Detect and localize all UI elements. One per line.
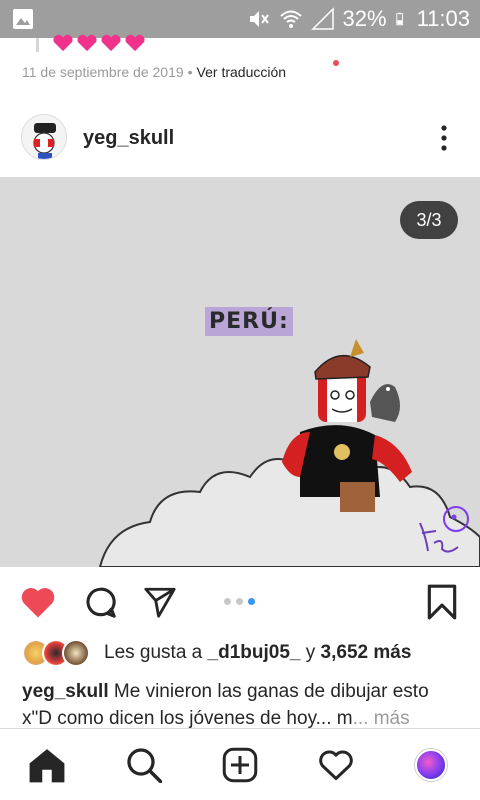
heart-filled-icon [21, 588, 55, 618]
mute-icon [249, 11, 269, 27]
carousel-dot [224, 598, 231, 605]
image-label: PERÚ: [205, 307, 293, 336]
likes-prefix: Les gusta a [104, 642, 203, 663]
home-icon [29, 749, 65, 783]
wifi-icon [279, 10, 302, 28]
likes-count[interactable]: 3,652 más [321, 642, 412, 663]
likes-conjunction: y [305, 642, 316, 663]
status-bar: 32% 11:03 [0, 0, 480, 38]
pink-heart-emoji-icon [77, 34, 97, 52]
quote-bar [36, 38, 39, 52]
avatar [415, 749, 447, 781]
bottom-nav [0, 728, 480, 800]
post-caption: yeg_skull Me vinieron las ganas de dibuj… [22, 678, 462, 732]
like-button[interactable] [18, 582, 58, 622]
carousel-dot [236, 598, 243, 605]
caption-username[interactable]: yeg_skull [22, 681, 109, 702]
comment-icon [86, 587, 116, 618]
caption-more-link[interactable]: ... más [353, 708, 410, 729]
battery-icon [395, 12, 403, 26]
meta-separator: • [187, 64, 193, 80]
carousel-indicator [224, 598, 255, 605]
bookmark-icon [427, 584, 457, 620]
pink-heart-emoji-icon [53, 34, 73, 52]
nav-search[interactable] [124, 745, 164, 785]
post-meta: 11 de septiembre de 2019 • Ver traducción [22, 64, 286, 80]
search-icon [127, 748, 162, 783]
carousel-counter: 3/3 [400, 201, 458, 239]
pink-heart-emoji-icon [101, 34, 121, 52]
avatar-drawing-icon [22, 115, 66, 159]
nav-activity[interactable] [316, 745, 356, 785]
pink-heart-emoji-icon [125, 34, 145, 52]
signal-icon [310, 7, 334, 30]
send-icon [144, 587, 176, 618]
comment-button[interactable] [80, 582, 120, 622]
nav-home[interactable] [27, 745, 67, 785]
avatar[interactable] [21, 114, 67, 160]
battery-percent: 32% [342, 6, 387, 31]
more-options-icon[interactable] [432, 124, 456, 152]
save-button[interactable] [422, 582, 462, 622]
post-actions [0, 578, 480, 626]
liker-username[interactable]: _d1buj05_ [208, 642, 301, 663]
carousel-dot-active [248, 598, 255, 605]
artist-watermark-icon [419, 506, 469, 553]
post-image[interactable]: 3/3 PERÚ: [0, 177, 480, 567]
translate-link[interactable]: Ver traducción [197, 64, 287, 80]
post-header: yeg_skull [0, 108, 480, 170]
activity-notification-dot [333, 60, 339, 66]
avatar [62, 639, 90, 667]
likes-text: Les gusta a _d1buj05_ y 3,652 más [104, 642, 411, 664]
gallery-notification-icon [13, 9, 33, 29]
heart-emojis [52, 34, 146, 52]
add-post-icon [222, 747, 258, 783]
post-date: 11 de septiembre de 2019 [22, 64, 184, 80]
share-button[interactable] [140, 582, 180, 622]
nav-new-post[interactable] [220, 745, 260, 785]
likes-row[interactable]: Les gusta a _d1buj05_ y 3,652 más [22, 638, 411, 668]
post-username[interactable]: yeg_skull [83, 127, 174, 150]
nav-profile[interactable] [411, 745, 451, 785]
clock: 11:03 [416, 6, 470, 31]
liker-avatars [22, 639, 90, 667]
heart-outline-icon [319, 750, 353, 780]
